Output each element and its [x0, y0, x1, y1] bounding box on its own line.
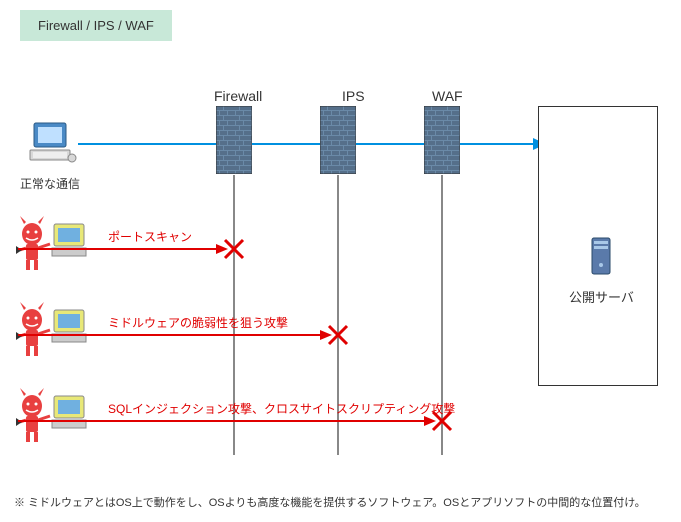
block-cross-2	[327, 324, 349, 346]
server-icon	[591, 237, 611, 275]
footnote-text: ※ ミドルウェアとはOS上で動作をし、OSよりも高度な機能を提供するソフトウェア…	[14, 494, 646, 510]
waf-wall-icon	[424, 106, 460, 174]
attack-2-arrow	[18, 327, 334, 343]
attack-3-arrow	[18, 413, 438, 429]
diagram-title: Firewall / IPS / WAF	[20, 10, 172, 41]
attack-1-arrow	[18, 241, 230, 257]
ips-wall-icon	[320, 106, 356, 174]
block-cross-3	[431, 410, 453, 432]
col-ips-label: IPS	[342, 88, 365, 104]
client-computer-icon	[28, 120, 78, 173]
block-cross-1	[223, 238, 245, 260]
firewall-wall-icon	[216, 106, 252, 174]
server-label: 公開サーバ	[569, 287, 634, 306]
col-waf-label: WAF	[432, 88, 463, 104]
normal-traffic-arrow	[78, 134, 548, 154]
public-server-box: 公開サーバ	[538, 106, 658, 386]
normal-traffic-label: 正常な通信	[20, 175, 80, 192]
col-firewall-label: Firewall	[214, 88, 262, 104]
